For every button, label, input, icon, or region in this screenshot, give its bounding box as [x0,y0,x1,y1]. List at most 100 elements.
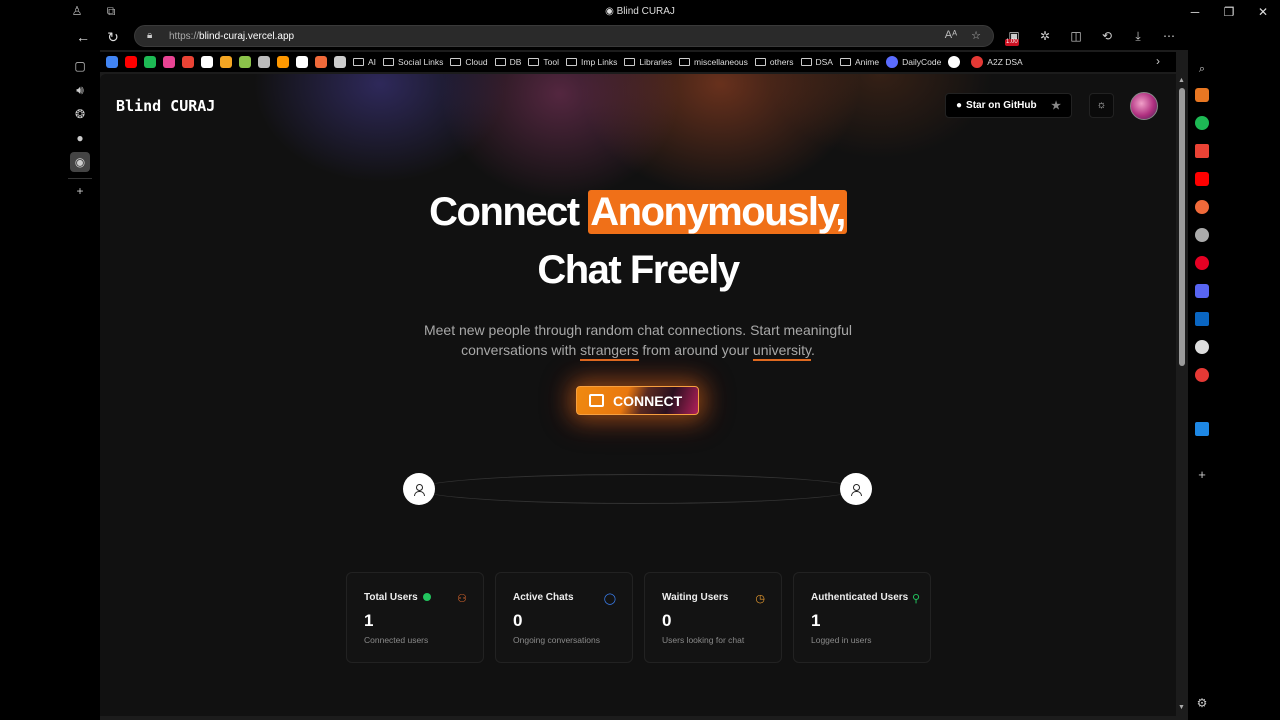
address-bar[interactable]: 🔒︎ https://blind-curaj.vercel.app Aᴬ ☆ [134,25,994,47]
discord-icon[interactable] [1195,284,1209,298]
url-text[interactable]: https://blind-curaj.vercel.app [169,31,294,42]
star-icon: ★ [1051,100,1061,112]
clock-icon: ◷ [755,593,765,605]
connect-button[interactable]: CONNECT [576,386,699,415]
bookmark-folder[interactable]: DSA [800,57,833,67]
claude-icon[interactable] [1195,200,1209,214]
history-icon[interactable]: ⟲ [1098,26,1116,46]
online-indicator [422,593,431,601]
bookmark-favicon-icon [201,56,213,68]
hero-headline-line1: Connect Anonymously, [429,190,847,234]
bookmark-folder[interactable]: Imp Links [566,57,617,67]
hero-headline-line2: Chat Freely [537,248,740,292]
sidebar-settings-icon[interactable]: ⚙ [1195,696,1209,710]
page-scrollbar[interactable]: ▲ ▼ [1176,74,1188,716]
shopping-icon[interactable] [1195,88,1209,102]
bookmark-folder[interactable]: Cloud [450,57,488,67]
bookmark-site[interactable] [220,56,232,68]
brand-logo[interactable]: Blind CURAJ [116,97,215,115]
github-icon: ● [956,100,963,111]
bookmark-favicon-icon [106,56,118,68]
chat-bubble-icon: ◯ [603,593,616,605]
users-icon: ⚇ [457,593,467,605]
github-star-button[interactable]: ● Star on GitHub ★ [945,93,1072,118]
refresh-icon[interactable]: ↻ [104,28,122,46]
folder-icon [800,58,812,66]
a2z-icon[interactable] [1195,368,1209,382]
bookmark-favicon-icon [948,56,961,68]
scroll-up-icon[interactable]: ▲ [1178,77,1185,84]
bookmark-folder[interactable]: miscellaneous [679,57,748,67]
bookmark-favicon-icon [277,56,289,68]
bookmark-site[interactable]: DailyCode [886,56,941,68]
tab-chatgpt-icon[interactable]: ❂ [70,104,90,124]
stat-card-active-chats: Active Chats ◯ 0 Ongoing conversations [495,572,633,663]
user-node-left [403,473,435,505]
scroll-down-icon[interactable]: ▼ [1178,704,1185,711]
bookmark-folder[interactable]: Tool [528,57,559,67]
bookmark-site[interactable] [239,56,251,68]
bookmark-site[interactable] [258,56,270,68]
downloads-icon[interactable]: ⤓ [1129,26,1147,46]
bookmark-site[interactable] [182,56,194,68]
bookmark-folder[interactable]: others [754,57,794,67]
scroll-thumb[interactable] [1179,88,1185,366]
chatgpt-icon[interactable] [1195,228,1209,242]
bookmark-folder[interactable]: DB [494,57,521,67]
minimize-button[interactable]: ─ [1178,0,1212,24]
new-tab-icon[interactable]: + [70,181,90,201]
bookmark-favicon-icon [334,56,346,68]
outer-left-margin [0,24,60,720]
bookmarks-overflow-icon[interactable]: › [1156,54,1160,68]
add-sidebar-icon[interactable]: + [1195,468,1209,482]
bookmarks-bar: AI Social Links Cloud DB Tool Imp Links Librar… [100,52,1176,72]
lock-icon[interactable]: 🔒︎ [147,30,152,41]
tab-actions-icon[interactable]: ▢ [70,56,90,76]
docs-icon[interactable] [1195,422,1209,436]
tab-github-icon[interactable]: ● [70,128,90,148]
split-screen-icon[interactable]: ◫ [1067,26,1085,46]
bookmark-site[interactable]: A2Z DSA [971,56,1023,68]
bookmark-folder[interactable]: Libraries [624,57,672,67]
folder-icon [754,58,766,66]
extensions-puzzle-icon[interactable]: ✲ [1036,26,1054,46]
restore-button[interactable]: ❐ [1212,0,1246,24]
bookmark-site[interactable] [201,56,213,68]
pinterest-icon[interactable] [1195,256,1209,270]
user-avatar[interactable] [1130,92,1158,120]
tab-blind-curaj-icon[interactable]: ◉ [70,152,90,172]
gmail-icon[interactable] [1195,144,1209,158]
bookmark-folder[interactable]: AI [353,57,376,67]
bookmark-site[interactable] [163,56,175,68]
bookmark-site[interactable] [334,56,346,68]
more-menu-icon[interactable]: ⋯ [1160,26,1178,46]
hero-subtitle: Meet new people through random chat conn… [100,320,1176,361]
theme-toggle-button[interactable]: ☼ [1089,93,1114,118]
read-aloud-icon[interactable]: Aᴬ [945,29,957,42]
extension-icon[interactable]: ▣ 1.00 [1005,26,1023,46]
bookmark-site[interactable] [125,56,137,68]
bookmark-site[interactable] [106,56,118,68]
close-button[interactable]: ✕ [1246,0,1280,24]
bookmark-folder[interactable]: Social Links [383,57,443,67]
page-viewport: Blind CURAJ ● Star on GitHub ★ ☼ Connect… [100,74,1176,716]
navigation-bar: ← ↻ 🔒︎ https://blind-curaj.vercel.app Aᴬ… [60,24,1205,50]
bookmark-site[interactable] [277,56,289,68]
stat-card-authenticated-users: Authenticated Users ⚲ 1 Logged in users [793,572,931,663]
folder-icon [383,58,395,66]
bookmark-favicon-icon [220,56,232,68]
youtube-icon[interactable] [1195,172,1209,186]
bookmark-site[interactable] [296,56,308,68]
search-icon[interactable]: ⌕ [1195,62,1209,76]
bookmark-folder[interactable]: Anime [839,57,879,67]
bookmark-site[interactable] [948,56,964,68]
bookmark-favicon-icon [315,56,327,68]
github-icon[interactable] [1195,340,1209,354]
back-icon[interactable]: ← [74,28,92,46]
bookmark-site[interactable] [315,56,327,68]
spotify-icon[interactable] [1195,116,1209,130]
tab-audio-icon[interactable]: 🔊︎ [70,80,90,100]
bookmark-site[interactable] [144,56,156,68]
linkedin-icon[interactable] [1195,312,1209,326]
favorite-star-icon[interactable]: ☆ [971,29,981,42]
